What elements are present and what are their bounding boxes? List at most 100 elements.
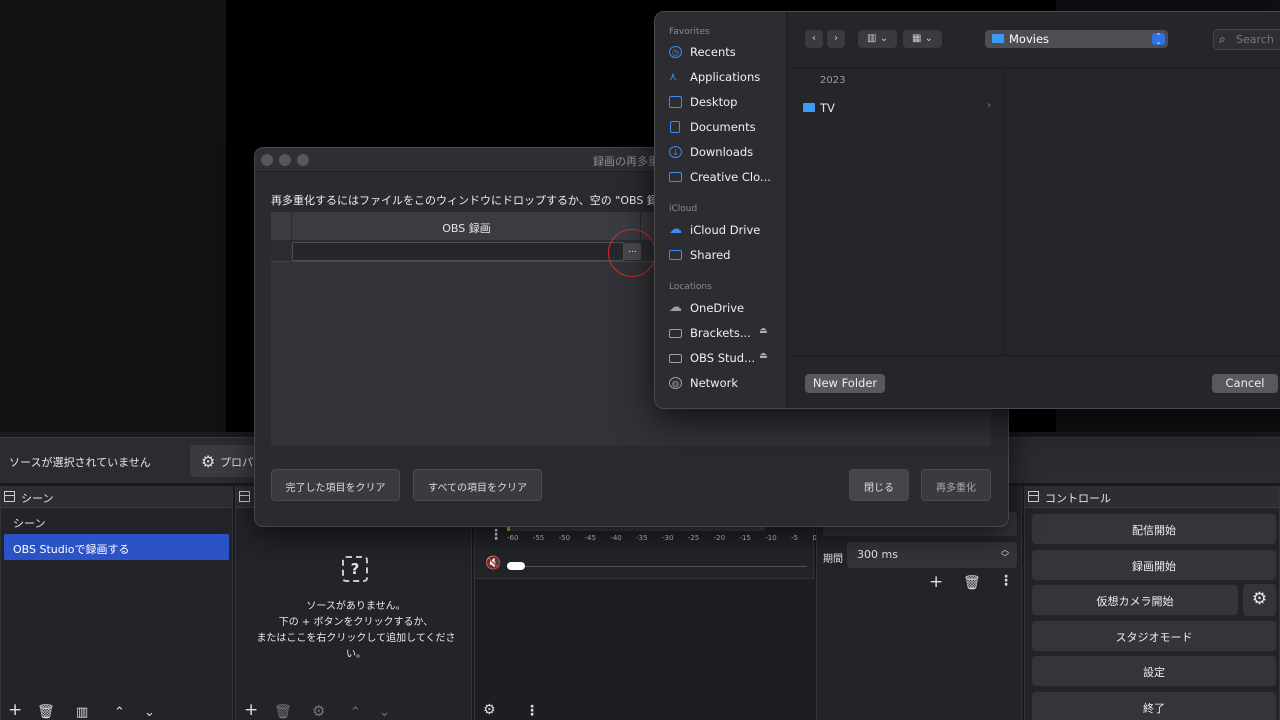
empty-sources-line: ソースがありません。 <box>306 601 406 612</box>
folder-row-tv[interactable]: TV › <box>788 98 1003 118</box>
add-scene-icon[interactable]: + <box>8 700 22 720</box>
controls-dock: コントロール 配信開始 録画開始 仮想カメラ開始 ⚙ スタジオモード 設定 終了 <box>1024 486 1280 720</box>
close-window-button[interactable] <box>261 154 273 166</box>
mixer-kebab-icon[interactable]: ⋮ <box>525 704 539 718</box>
meter-tick-label: -35 <box>636 534 648 542</box>
sidebar-section-icloud: iCloud <box>669 204 698 214</box>
chevron-right-icon: › <box>987 100 991 111</box>
add-transition-icon[interactable]: + <box>929 572 943 592</box>
close-button[interactable]: 閉じる <box>849 469 909 501</box>
applications-icon: ⋏ <box>669 70 678 83</box>
move-down-icon[interactable]: ⌄ <box>379 705 390 720</box>
click-indicator <box>608 229 656 277</box>
sidebar-item-applications[interactable]: ⋏ Applications <box>669 70 760 88</box>
meter-tick-label: -25 <box>687 534 700 542</box>
zoom-window-button[interactable] <box>297 154 309 166</box>
duration-value: 300 ms <box>857 548 898 561</box>
exit-button[interactable]: 終了 <box>1032 692 1276 720</box>
eject-icon[interactable]: ⏏ <box>759 326 768 336</box>
gear-icon: ⚙ <box>201 452 216 471</box>
empty-sources-line: またはここを右クリックして追加してください。 <box>256 633 456 660</box>
gear-icon[interactable]: ⚙ <box>312 702 325 720</box>
scene-item[interactable]: シーン <box>1 508 232 534</box>
sidebar-item-onedrive[interactable]: ☁ OneDrive <box>669 301 744 319</box>
sidebar-item-recents[interactable]: ◷ Recents <box>669 45 736 63</box>
dock-icon <box>4 491 15 502</box>
meter-tick-label: -5 <box>791 534 799 542</box>
start-streaming-button[interactable]: 配信開始 <box>1032 514 1276 544</box>
column-header-obs-recording[interactable]: OBS 録画 <box>293 212 641 240</box>
folder-icon <box>803 103 815 112</box>
sidebar-item-desktop[interactable]: Desktop <box>669 95 737 113</box>
browser-column-1: 2023 TV › <box>788 67 1004 355</box>
sidebar-item-brackets[interactable]: Brackets... ⏏ <box>669 326 768 344</box>
clear-all-button[interactable]: すべての項目をクリア <box>413 469 542 501</box>
volume-slider-track[interactable] <box>525 566 807 567</box>
meter-scale: -60 -55 -50 -45 -40 -35 -30 -25 -20 -15 -10 -5 0 <box>507 534 817 542</box>
remux-button[interactable]: 再多重化 <box>921 469 991 501</box>
document-icon <box>670 121 680 133</box>
view-columns-icon[interactable]: ▥ ⌄ <box>858 30 897 48</box>
duration-field[interactable]: 300 ms ︿ ﹀ <box>847 542 1017 568</box>
move-down-icon[interactable]: ⌄ <box>144 705 155 720</box>
move-up-icon[interactable]: ⌃ <box>114 705 125 720</box>
eject-icon[interactable]: ⏏ <box>759 351 768 361</box>
forward-icon[interactable]: › <box>827 30 845 48</box>
column-section-header: 2023 <box>820 75 846 86</box>
empty-sources-line: 下の + ボタンをクリックするか、 <box>278 617 434 628</box>
sidebar-item-shared[interactable]: Shared <box>669 248 731 266</box>
meter-tick-label: -45 <box>584 534 596 542</box>
filter-icon[interactable]: ▥ <box>76 705 88 720</box>
gear-icon[interactable]: ⚙ <box>483 702 496 718</box>
search-input[interactable]: ⌕ Search <box>1213 29 1280 50</box>
move-up-icon[interactable]: ⌃ <box>350 705 361 720</box>
start-virtual-camera-button[interactable]: 仮想カメラ開始 <box>1032 585 1238 615</box>
minimize-window-button[interactable] <box>279 154 291 166</box>
volume-slider-handle[interactable] <box>507 562 525 570</box>
globe-icon: ◍ <box>669 377 682 389</box>
settings-button[interactable]: 設定 <box>1032 656 1276 686</box>
sidebar-item-downloads[interactable]: ↓ Downloads <box>669 145 753 163</box>
remux-instructions: 再多重化するにはファイルをこのウィンドウにドロップするか、空の "OBS 録画"… <box>271 194 700 207</box>
muted-speaker-icon[interactable]: 🔇 <box>485 556 501 571</box>
stepper-icon[interactable]: ︿ ﹀ <box>1001 546 1009 562</box>
folder-icon <box>992 34 1004 43</box>
meter-tick-label: -30 <box>661 534 674 542</box>
group-icon[interactable]: ▦ ⌄ <box>903 30 942 48</box>
sidebar-item-obs-studio[interactable]: OBS Stud... ⏏ <box>669 351 768 369</box>
location-label: Movies <box>1009 32 1050 46</box>
sidebar-section-locations: Locations <box>669 282 712 292</box>
new-folder-button[interactable]: New Folder <box>805 374 885 393</box>
meter-tick-label: -15 <box>739 534 751 542</box>
meter-tick-label: -20 <box>713 534 726 542</box>
trash-icon[interactable]: 🗑 <box>963 575 981 591</box>
file-picker-dialog: Favorites ◷ Recents ⋏ Applications Desktop… <box>654 11 1280 409</box>
start-recording-button[interactable]: 録画開始 <box>1032 550 1276 580</box>
desktop-icon <box>669 96 682 108</box>
scene-item-selected[interactable]: OBS Studioで録画する <box>4 534 229 560</box>
remux-title: 録画の再多重 <box>593 155 659 168</box>
trash-icon[interactable]: 🗑 <box>274 704 292 720</box>
mixer-menu-icon[interactable]: ⋮ <box>489 528 503 542</box>
picker-sidebar: Favorites ◷ Recents ⋏ Applications Desktop… <box>655 12 787 408</box>
location-popup[interactable]: Movies ⌃ ⌄ <box>985 30 1168 48</box>
sidebar-item-creative-cloud[interactable]: Creative Clo... <box>669 170 771 188</box>
transition-kebab-icon[interactable]: ⋮ <box>999 574 1013 588</box>
clear-finished-button[interactable]: 完了した項目をクリア <box>271 469 400 501</box>
add-source-icon[interactable]: + <box>244 700 258 720</box>
folder-icon <box>669 172 682 182</box>
sidebar-item-network[interactable]: ◍ Network <box>669 376 738 394</box>
meter-tick-label: -55 <box>532 534 545 542</box>
meter-tick-label: -40 <box>610 534 622 542</box>
studio-mode-button[interactable]: スタジオモード <box>1032 621 1276 651</box>
sidebar-item-documents[interactable]: Documents <box>669 120 756 138</box>
cancel-button[interactable]: Cancel <box>1212 374 1278 393</box>
trash-icon[interactable]: 🗑 <box>37 704 55 720</box>
gear-icon[interactable]: ⚙ <box>1243 584 1276 616</box>
browser-column-2 <box>1005 67 1280 355</box>
recording-path-input[interactable] <box>292 242 624 261</box>
cloud-icon: ☁ <box>669 222 682 237</box>
question-icon: ? <box>342 556 368 582</box>
sidebar-item-icloud-drive[interactable]: ☁ iCloud Drive <box>669 223 760 241</box>
back-icon[interactable]: ‹ <box>805 30 823 48</box>
